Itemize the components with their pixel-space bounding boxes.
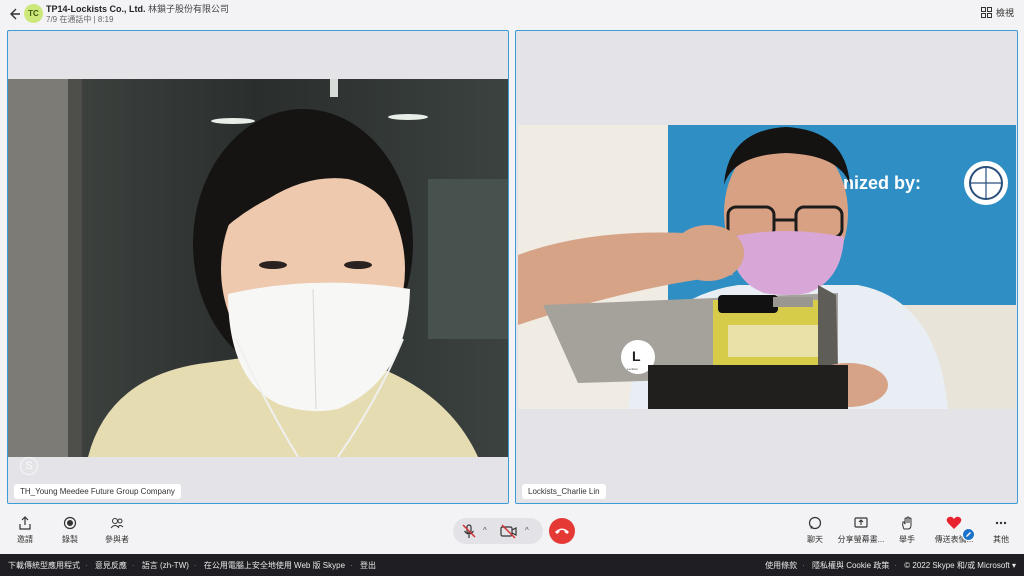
conversation-title-sub: 林鎖子股份有限公司 [148, 4, 230, 14]
camera-off-icon[interactable] [500, 523, 518, 544]
media-controls: ^ ^ [453, 518, 543, 544]
participant-name-1: TH_Young Meedee Future Group Company [14, 484, 181, 499]
footer-links-left: 下載傳統型應用程式 · 意見反應 · 語言 (zh-TW) · 在公用電腦上安全地使用… [8, 561, 376, 570]
footer-links-right: 使用條款 · 隱私權與 Cookie 政策 · © 2022 Skype 和/或 M… [765, 561, 1016, 570]
device-badge-letter: L [632, 348, 641, 364]
footer-link-language[interactable]: 語言 (zh-TW) [142, 561, 189, 570]
invite-button[interactable]: 邀請 [0, 516, 50, 545]
raise-hand-button[interactable]: 舉手 [882, 516, 932, 545]
view-button[interactable]: 檢視 [980, 6, 1014, 19]
call-status: 7/9 在通話中 | 8:19 [46, 15, 114, 24]
footer-link-terms[interactable]: 使用條款 [765, 561, 797, 570]
banner-text: nized by: [843, 173, 921, 193]
participant-tile-2[interactable]: nized by: L Lockists Lockists_Charlie Li… [515, 30, 1018, 504]
edit-reaction-badge-icon[interactable] [962, 528, 975, 541]
footer-link-signout[interactable]: 登出 [360, 561, 376, 570]
mic-options-chevron-icon[interactable]: ^ [483, 526, 487, 535]
footer-link-safe-use[interactable]: 在公用電腦上安全地使用 Web 版 Skype [204, 561, 345, 570]
hand-icon [902, 516, 912, 530]
participant-video-1 [8, 79, 508, 457]
grid-view-icon [980, 7, 992, 18]
device-badge-word: Lockists [627, 367, 638, 371]
footer-link-download[interactable]: 下載傳統型應用程式 [8, 561, 80, 570]
footer-link-privacy[interactable]: 隱私權與 Cookie 政策 [812, 561, 889, 570]
camera-options-chevron-icon[interactable]: ^ [525, 526, 529, 535]
footer-copyright[interactable]: © 2022 Skype 和/或 Microsoft [904, 561, 1010, 570]
skype-logo-icon: S [20, 457, 38, 475]
page-footer: 下載傳統型應用程式 · 意見反應 · 語言 (zh-TW) · 在公用電腦上安全地使用… [0, 554, 1024, 576]
share-out-icon [19, 516, 31, 530]
footer-link-feedback[interactable]: 意見反應 [95, 561, 127, 570]
call-header: TC TP14-Lockists Co., Ltd. 林鎖子股份有限公司 7/9… [0, 0, 1024, 28]
group-avatar[interactable]: TC [24, 4, 43, 23]
call-toolbar: 邀請 錄製 參與者 ^ ^ 聊天 分享螢幕畫... 舉手 傳送表情... 其他 [0, 508, 1024, 554]
record-icon [63, 516, 77, 530]
heart-icon [946, 516, 962, 529]
people-icon [110, 518, 124, 529]
participants-button[interactable]: 參與者 [92, 516, 142, 545]
participant-tile-1[interactable]: S TH_Young Meedee Future Group Company [7, 30, 509, 504]
hang-up-button[interactable] [549, 518, 575, 544]
share-screen-icon [854, 517, 868, 528]
microphone-muted-icon[interactable] [461, 523, 477, 544]
participant-video-2: nized by: L Lockists [518, 125, 1016, 409]
chat-bubble-icon [808, 516, 822, 530]
more-options-button[interactable]: 其他 [976, 516, 1024, 545]
footer-chevron-icon[interactable]: ▾ [1012, 561, 1016, 570]
record-button[interactable]: 錄製 [45, 516, 95, 545]
phone-hangup-icon [555, 528, 569, 534]
more-dots-icon [995, 521, 1007, 525]
participant-name-2: Lockists_Charlie Lin [522, 484, 606, 499]
view-label: 檢視 [995, 8, 1014, 18]
back-arrow-icon[interactable] [6, 6, 22, 22]
conversation-title-main: TP14-Lockists Co., Ltd. [46, 4, 146, 14]
